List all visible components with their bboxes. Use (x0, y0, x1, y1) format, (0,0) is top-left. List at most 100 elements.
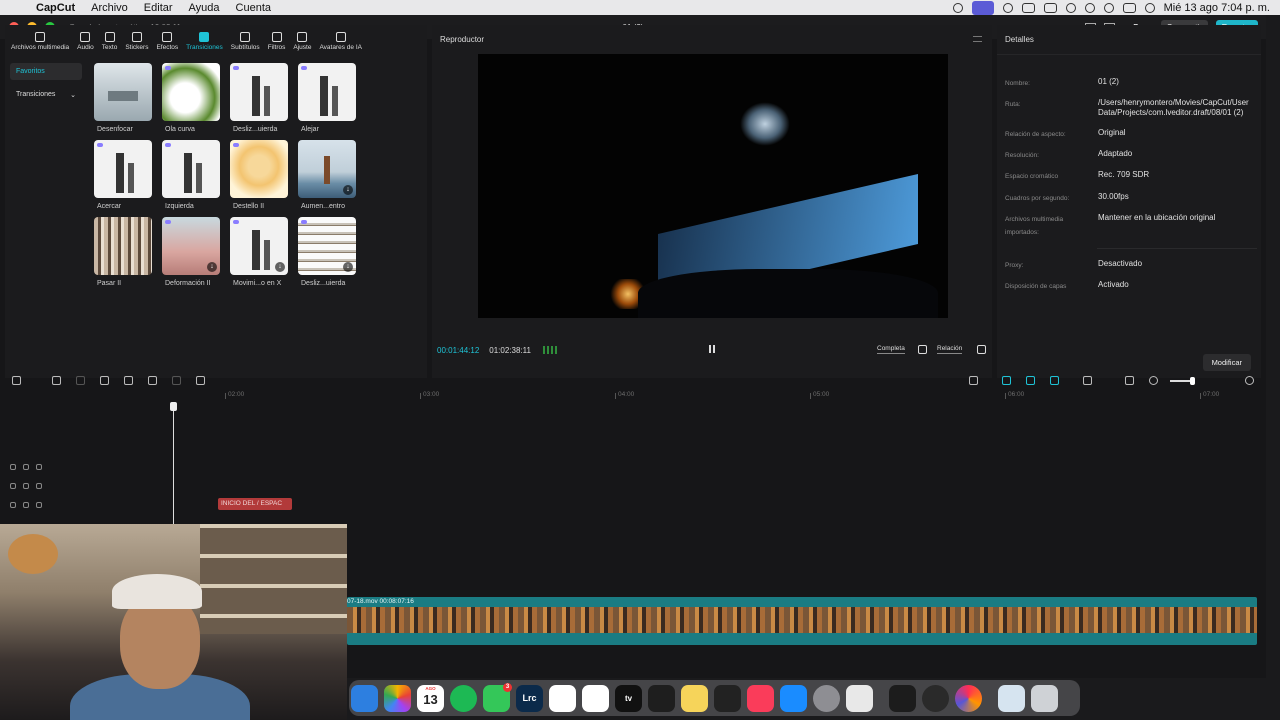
transition-card[interactable]: Destello II (230, 140, 290, 210)
transition-card[interactable]: Alejar (298, 63, 358, 133)
preview-axis-icon[interactable] (1050, 376, 1059, 385)
control-center-icon[interactable] (1122, 2, 1136, 13)
menu-archivo[interactable]: Archivo (91, 2, 128, 14)
tool-text[interactable]: Texto (98, 25, 122, 55)
zoom-slider[interactable] (1170, 377, 1195, 385)
lock-icon[interactable] (23, 464, 29, 470)
siri-icon[interactable] (1144, 2, 1155, 13)
main-video-clip[interactable]: 07-18.mov 00:08:07:16 (347, 597, 1257, 645)
display-icon[interactable] (1043, 2, 1057, 13)
crop-icon[interactable] (918, 345, 927, 354)
tool-audio[interactable]: Audio (73, 25, 98, 55)
calendar-app-icon[interactable]: AGO 13 (417, 684, 444, 712)
detail-value[interactable]: Activado (1098, 280, 1258, 290)
utility-app-icon[interactable] (846, 684, 873, 712)
zoom-in-icon[interactable] (1245, 376, 1254, 385)
capcut-app-icon[interactable] (582, 684, 609, 712)
menu-icon[interactable] (973, 36, 982, 42)
delete-icon[interactable] (172, 376, 181, 385)
wifi-icon[interactable] (1065, 2, 1076, 13)
sidenav-favorites[interactable]: Favoritos (10, 63, 82, 80)
menu-ayuda[interactable]: Ayuda (189, 2, 220, 14)
downloads-folder-icon[interactable] (998, 684, 1025, 712)
full-quality-button[interactable]: Completa (877, 345, 905, 354)
photos-app-icon[interactable] (384, 684, 411, 712)
redo-icon[interactable] (76, 376, 85, 385)
spotify-app-icon[interactable] (450, 684, 477, 712)
video-preview[interactable] (478, 54, 948, 318)
playhead[interactable] (170, 402, 177, 525)
undo-icon[interactable] (52, 376, 61, 385)
shield-icon[interactable] (196, 376, 205, 385)
mirror-app-icon[interactable] (648, 684, 675, 712)
tool-stickers[interactable]: Stickers (121, 25, 152, 55)
microphone-icon[interactable] (969, 376, 978, 385)
download-icon[interactable]: ↓ (275, 262, 285, 272)
trash-icon[interactable] (1031, 684, 1058, 712)
menu-app-name[interactable]: CapCut (36, 2, 75, 14)
creative-cloud-app-icon[interactable] (955, 684, 982, 712)
safari-app-icon[interactable] (351, 684, 378, 712)
trim-left-icon[interactable] (124, 376, 133, 385)
search-icon[interactable] (1103, 2, 1114, 13)
tool-ai-avatars[interactable]: Avatares de IA (315, 25, 366, 55)
lock-icon[interactable] (23, 502, 29, 508)
fit-icon[interactable] (1083, 376, 1092, 385)
lightroom-app-icon[interactable]: Lrc (516, 684, 543, 712)
transition-card[interactable]: Ola curva (162, 63, 222, 133)
app-store-icon[interactable] (780, 684, 807, 712)
tool-filters[interactable]: Filtros (264, 25, 290, 55)
focus-icon[interactable] (952, 2, 963, 13)
transition-card[interactable]: Acercar (94, 140, 154, 210)
zoom-slider-handle[interactable] (1190, 377, 1195, 385)
transition-card[interactable]: ↓ Aumen...entro (298, 140, 358, 210)
freeform-app-icon[interactable] (549, 684, 576, 712)
zoom-out-icon[interactable] (1149, 376, 1158, 385)
facetime-app-icon[interactable]: 3 (483, 682, 512, 712)
eye-icon[interactable] (36, 464, 42, 470)
transition-card[interactable]: ↓ Desliz...uierda (298, 217, 358, 287)
tool-transitions[interactable]: Transiciones (182, 25, 227, 55)
download-icon[interactable]: ↓ (343, 262, 353, 272)
caption-icon[interactable] (1125, 376, 1134, 385)
bluetooth-icon[interactable] (1021, 2, 1035, 13)
headphones-icon[interactable] (1002, 2, 1013, 13)
magnet-icon[interactable] (1002, 376, 1011, 385)
notes-app-icon[interactable] (681, 684, 708, 712)
sidenav-transitions[interactable]: Transiciones ⌄ (10, 86, 82, 104)
transition-card[interactable]: ↓ Movimi...o en X (230, 217, 290, 287)
aspect-ratio-button[interactable]: Relación (937, 345, 963, 354)
select-tool-icon[interactable] (12, 376, 21, 385)
music-app-icon[interactable] (747, 684, 774, 712)
menu-cuenta[interactable]: Cuenta (236, 2, 271, 14)
download-icon[interactable]: ↓ (343, 185, 353, 195)
eye-icon[interactable] (36, 483, 42, 489)
play-icon[interactable] (1084, 2, 1095, 13)
transition-card[interactable]: Izquierda (162, 140, 222, 210)
link-icon[interactable] (1026, 376, 1035, 385)
menu-editar[interactable]: Editar (144, 2, 173, 14)
tool-effects[interactable]: Efectos (152, 25, 182, 55)
transition-card[interactable]: ↓ Deformación II (162, 217, 222, 287)
garageband-app-icon[interactable] (714, 684, 741, 712)
clock[interactable]: Mié 13 ago 7:04 p. m. (1164, 2, 1270, 14)
tool-adjust[interactable]: Ajuste (289, 25, 315, 55)
trim-right-icon[interactable] (148, 376, 157, 385)
screen-record-icon[interactable] (971, 0, 994, 15)
transition-card[interactable]: Desliz...uierda (230, 63, 290, 133)
split-icon[interactable] (100, 376, 109, 385)
text-clip[interactable]: INICIO DEL / ESPAC (218, 498, 292, 510)
fullscreen-icon[interactable] (977, 345, 986, 354)
transition-card[interactable]: Desenfocar (94, 63, 154, 133)
download-icon[interactable]: ↓ (207, 262, 217, 272)
pause-icon[interactable] (709, 345, 715, 353)
obs-app-icon[interactable] (922, 684, 949, 712)
lock-icon[interactable] (23, 483, 29, 489)
tool-subtitles[interactable]: Subtítulos (227, 25, 264, 55)
modify-button[interactable]: Modificar (1202, 354, 1251, 371)
tool-media[interactable]: Archivos multimedia (7, 25, 73, 55)
eye-icon[interactable] (36, 502, 42, 508)
timeline-ruler[interactable]: 02:00 03:00 04:00 05:00 06:00 07:00 (90, 391, 1260, 403)
apple-tv-app-icon[interactable]: tv (615, 684, 642, 712)
terminal-app-icon[interactable] (889, 684, 916, 712)
